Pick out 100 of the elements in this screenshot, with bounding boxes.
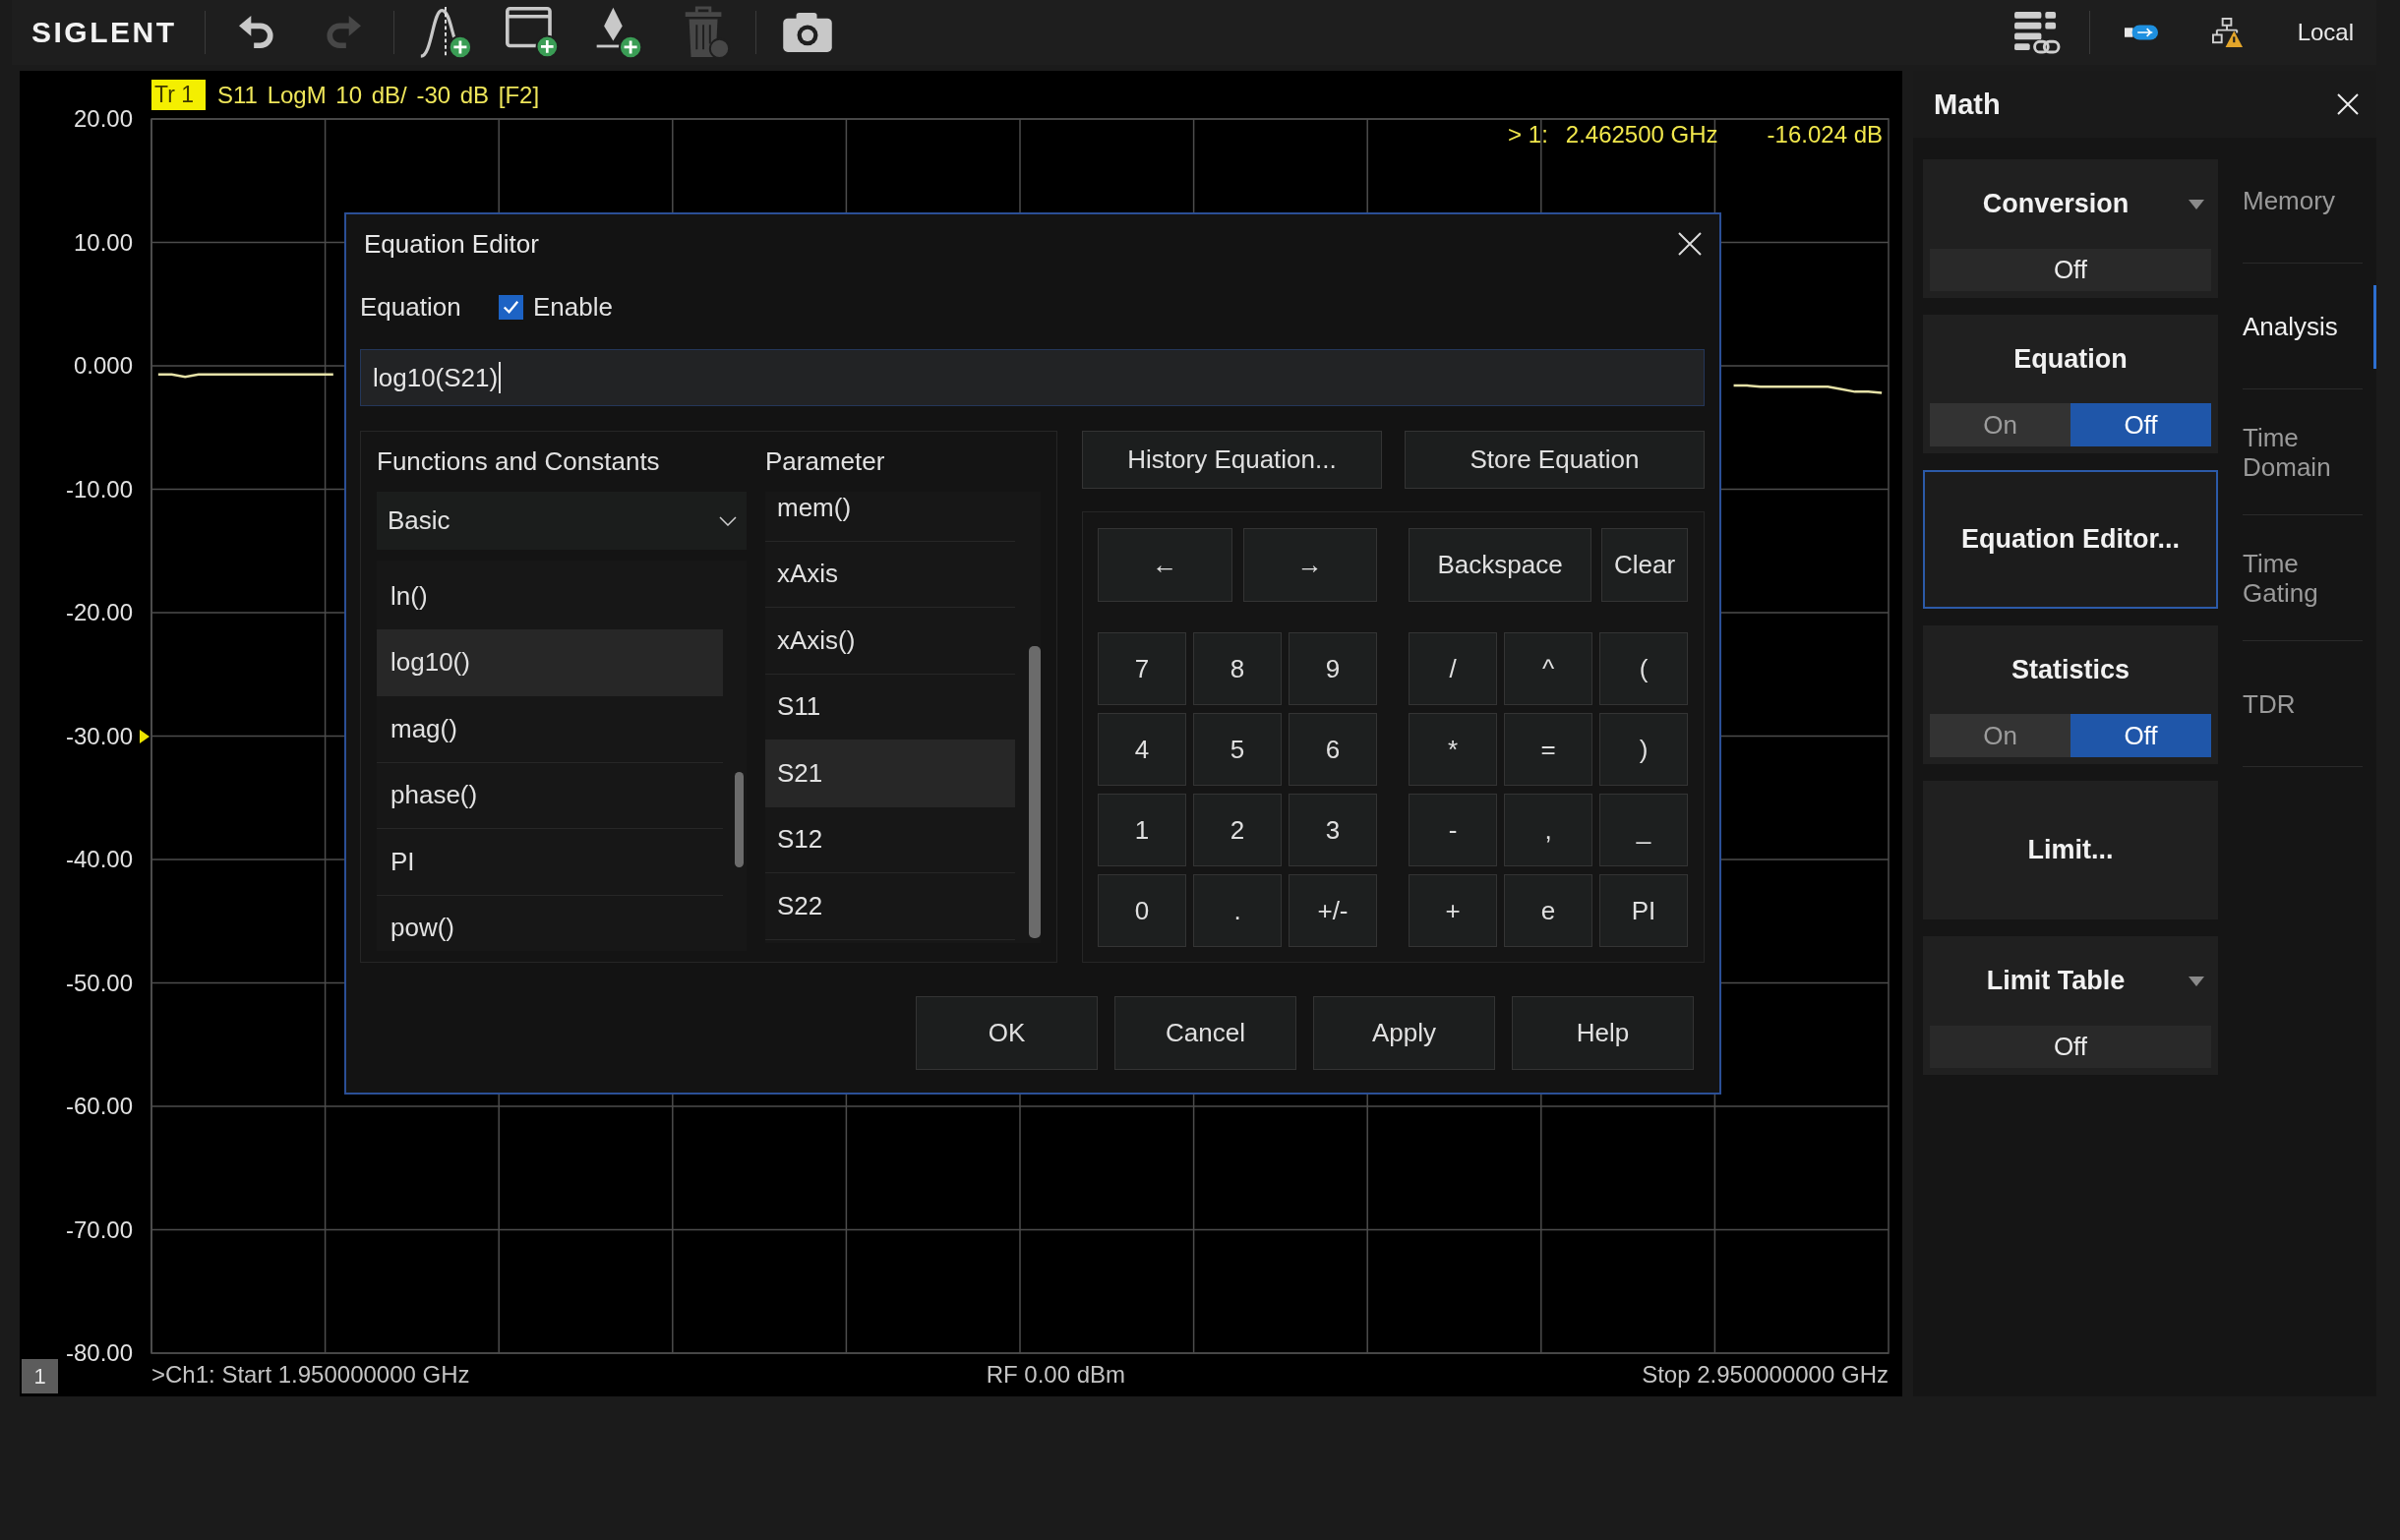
key-button[interactable]: = [1504, 713, 1592, 786]
list-item[interactable]: log10() [377, 629, 723, 696]
key-button[interactable]: ← [1098, 528, 1232, 602]
key-button[interactable]: +/- [1289, 874, 1377, 947]
trace-tag: Tr 1 [151, 80, 207, 110]
card-title: Equation [2013, 343, 2128, 375]
list-item[interactable]: mem() [765, 492, 1015, 542]
remote-status: Local [2297, 19, 2355, 46]
equation-field[interactable]: log10(S21) [360, 349, 1705, 406]
key-button[interactable]: 8 [1193, 632, 1282, 705]
store-button[interactable]: Store Equation [1405, 431, 1705, 489]
key-button[interactable]: . [1193, 874, 1282, 947]
history-button[interactable]: History Equation... [1082, 431, 1382, 489]
key-button[interactable]: 5 [1193, 713, 1282, 786]
key-button[interactable]: 2 [1193, 794, 1282, 866]
help-button[interactable]: Help [1512, 996, 1694, 1070]
equation-label: Equation [360, 291, 462, 323]
axis-label: 10.00 [73, 228, 133, 257]
key-button[interactable]: 4 [1098, 713, 1186, 786]
key-button[interactable]: ( [1599, 632, 1688, 705]
dropdown-value: Off [1930, 249, 2211, 291]
list-item[interactable]: ln() [377, 563, 723, 630]
key-button[interactable]: , [1504, 794, 1592, 866]
axis-label: -50.00 [65, 969, 133, 997]
key-button[interactable]: 3 [1289, 794, 1377, 866]
toggle-option[interactable]: Off [2070, 714, 2211, 757]
axis-label: -10.00 [65, 475, 133, 503]
list-item[interactable]: pow() [377, 895, 723, 951]
start-frequency: >Ch1: Start 1.950000000 GHz [151, 1361, 470, 1389]
close-icon[interactable] [2337, 93, 2359, 115]
list-item[interactable]: S12 [765, 806, 1015, 873]
key-button[interactable]: ) [1599, 713, 1688, 786]
close-icon[interactable] [1678, 232, 1702, 256]
channel-badge[interactable]: 1 [22, 1359, 58, 1393]
usb-icon[interactable] [2124, 25, 2158, 40]
chevron-down-icon [719, 515, 737, 526]
caret-icon [2189, 976, 2204, 986]
key-button[interactable]: 7 [1098, 632, 1186, 705]
key-button[interactable]: Clear [1601, 528, 1688, 602]
curve-plus-icon[interactable] [418, 6, 472, 59]
stop-frequency: Stop 2.950000000 GHz [1642, 1361, 1889, 1389]
list-item[interactable]: xAxis() [765, 608, 1015, 675]
trace-info: S11 LogM 10 dB/ -30 dB [F2] [217, 81, 540, 109]
panel-title: Math [1934, 88, 2001, 121]
axis-label: -40.00 [65, 846, 133, 873]
list-item[interactable]: S22 [765, 873, 1015, 940]
key-button[interactable]: 6 [1289, 713, 1377, 786]
network-warning-icon[interactable] [2212, 17, 2244, 48]
action-button[interactable]: Limit... [1923, 781, 2218, 919]
list-item[interactable]: PI [377, 829, 723, 896]
key-button[interactable]: / [1409, 632, 1497, 705]
list-item[interactable]: S21 [765, 740, 1015, 807]
dropdown-value: Off [1930, 1026, 2211, 1068]
ok-button[interactable]: OK [916, 996, 1098, 1070]
apply-button[interactable]: Apply [1313, 996, 1495, 1070]
list-link-icon[interactable] [2014, 11, 2062, 54]
brand-logo: SIGLENT [30, 16, 178, 49]
toggle-option[interactable]: On [1930, 714, 2070, 757]
marker-frequency: 2.462500 GHz [1565, 121, 1718, 148]
action-button[interactable]: Equation Editor... [1923, 470, 2218, 609]
card-title: Conversion [1982, 189, 2130, 219]
key-button[interactable]: ^ [1504, 632, 1592, 705]
key-button[interactable]: * [1409, 713, 1497, 786]
category-dropdown[interactable]: Basic [377, 492, 747, 550]
list-item[interactable]: phase() [377, 762, 723, 829]
key-button[interactable]: 0 [1098, 874, 1186, 947]
camera-icon[interactable] [782, 13, 832, 52]
key-button[interactable]: PI [1599, 874, 1688, 947]
list-item[interactable]: xAxis [765, 541, 1015, 608]
parameter-heading: Parameter [765, 447, 886, 475]
key-button[interactable]: 1 [1098, 794, 1186, 866]
key-button[interactable]: 9 [1289, 632, 1377, 705]
key-button[interactable]: Backspace [1409, 528, 1591, 602]
key-button[interactable]: _ [1599, 794, 1688, 866]
checkbox-label[interactable]: Enable [533, 291, 613, 323]
axis-label: -30.00 [65, 722, 133, 750]
list-item[interactable]: mag() [377, 696, 723, 763]
dropdown-card[interactable]: Conversion Off [1923, 159, 2218, 298]
caret-icon [2189, 199, 2204, 209]
functions-heading: Functions and Constants [377, 447, 661, 475]
window-plus-icon[interactable] [505, 6, 559, 59]
key-button[interactable]: - [1409, 794, 1497, 866]
undo-icon[interactable] [238, 15, 274, 50]
marker-label: > 1: [1508, 121, 1548, 148]
axis-label: -20.00 [65, 599, 133, 626]
toggle-option[interactable]: Off [2070, 403, 2211, 446]
scrollbar-thumb[interactable] [735, 772, 744, 867]
axis-label: 0.000 [73, 352, 133, 380]
toggle-option[interactable]: On [1930, 403, 2070, 446]
cancel-button[interactable]: Cancel [1114, 996, 1296, 1070]
key-button[interactable]: e [1504, 874, 1592, 947]
key-button[interactable]: + [1409, 874, 1497, 947]
dropdown-card[interactable]: Limit Table Off [1923, 936, 2218, 1075]
card-title: Limit Table [1986, 966, 2126, 996]
scrollbar-thumb[interactable] [1029, 646, 1041, 938]
card-title: Statistics [2010, 654, 2130, 685]
axis-label: 20.00 [73, 105, 133, 133]
key-button[interactable]: → [1242, 528, 1377, 602]
checkbox[interactable] [499, 294, 523, 320]
rf-power: RF 0.00 dBm [986, 1361, 1126, 1389]
